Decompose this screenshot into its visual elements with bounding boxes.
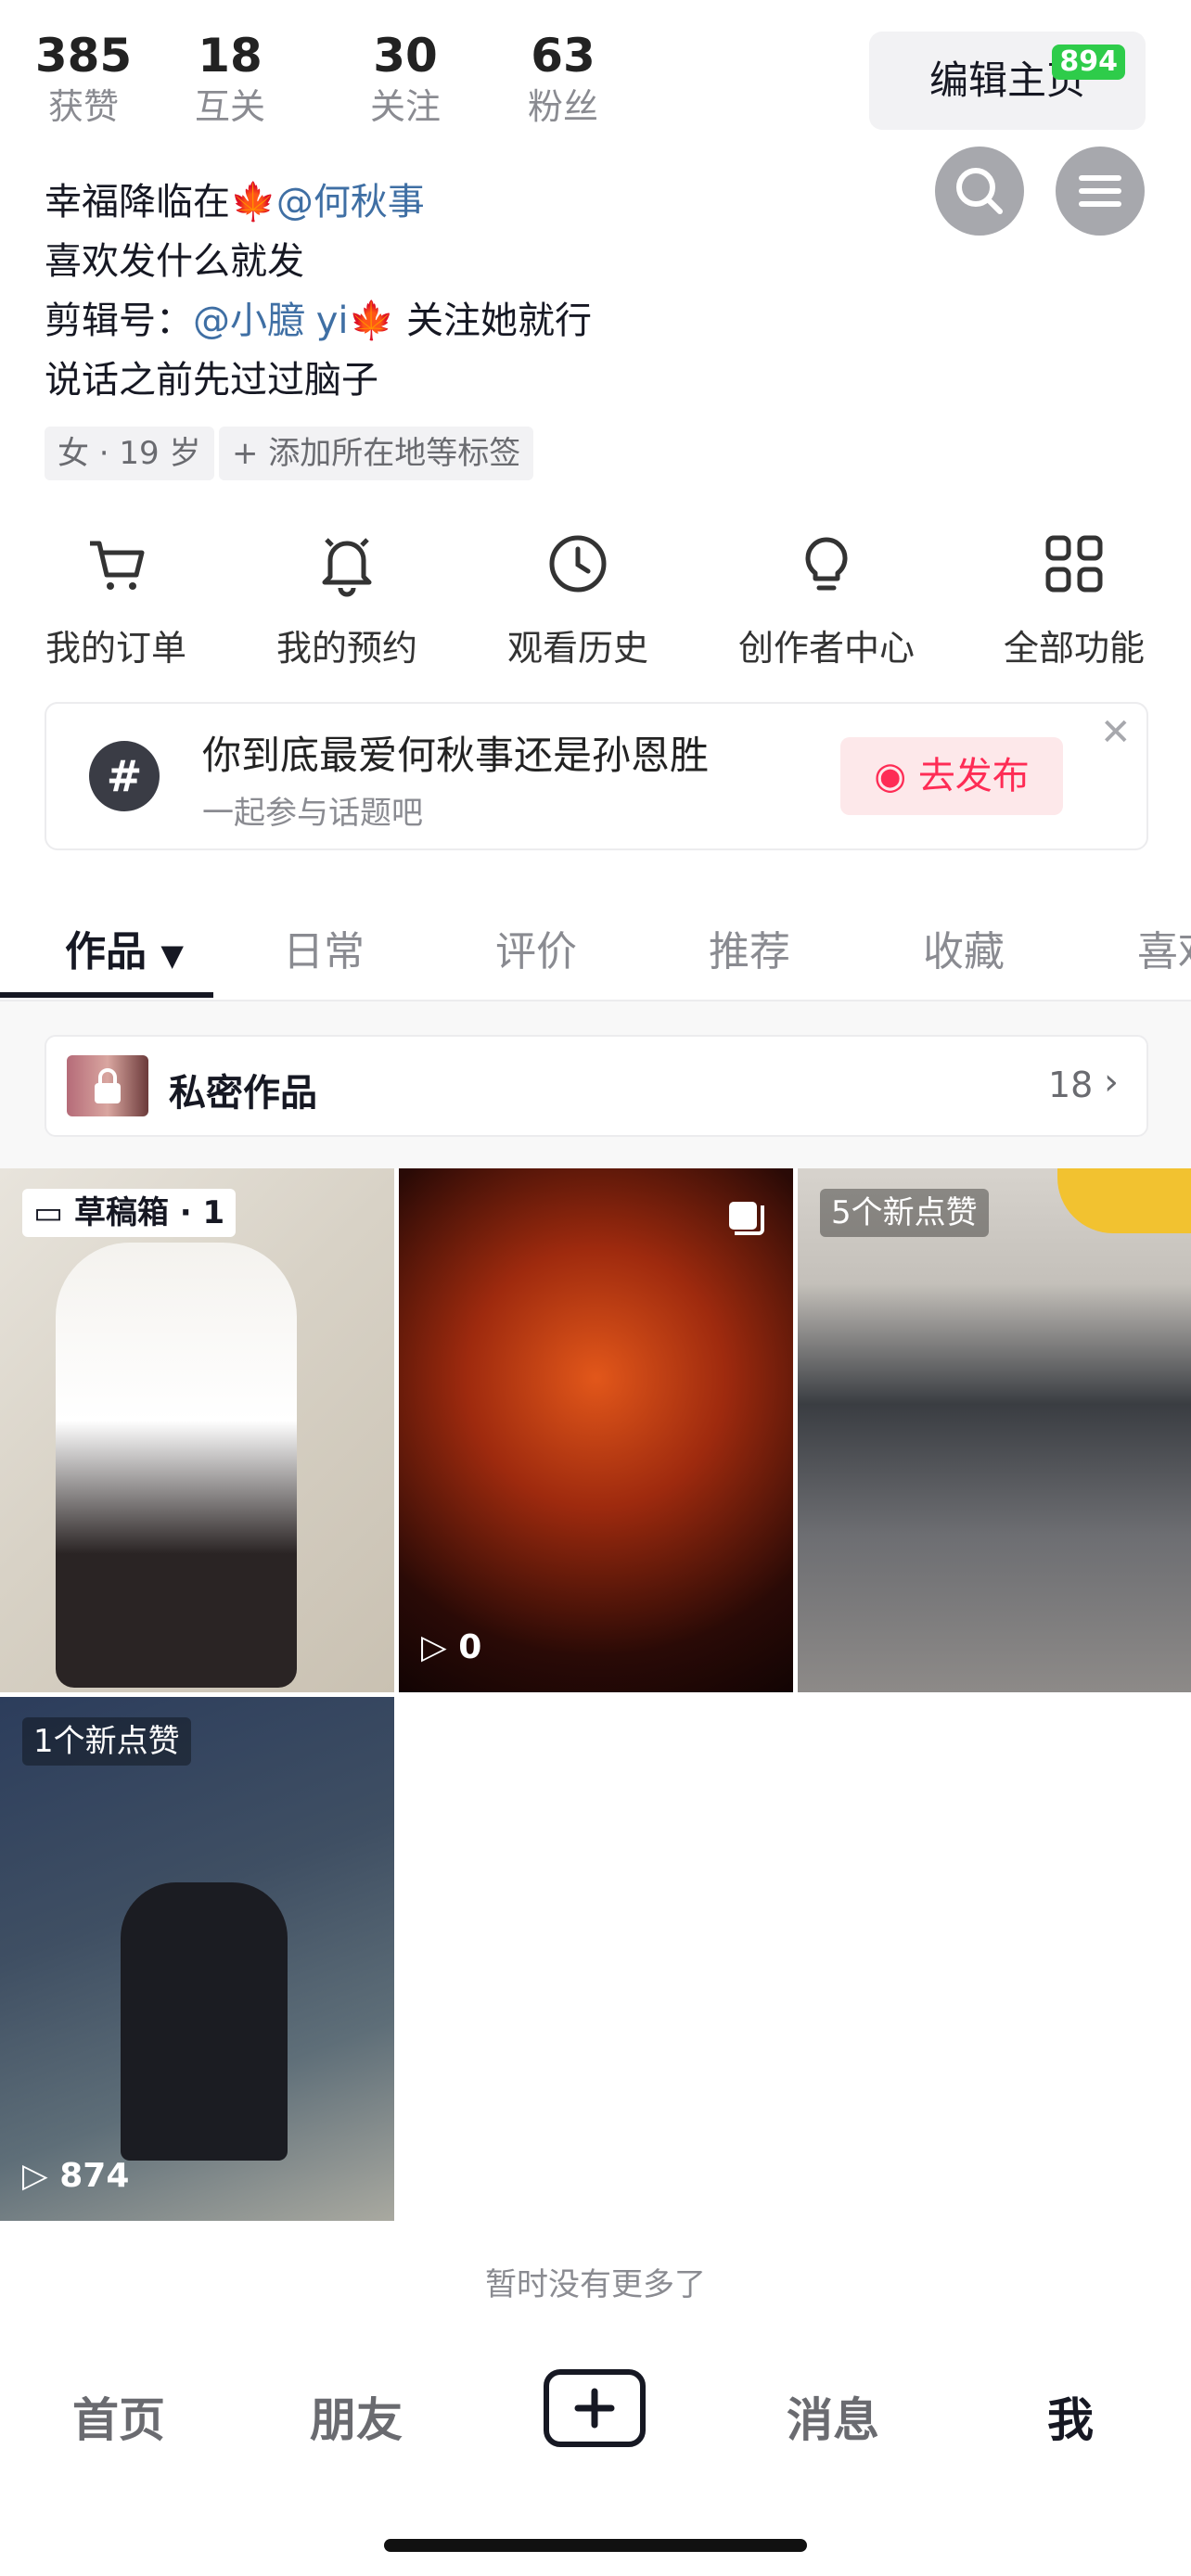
add-tag-label: 添加所在地等标签 <box>268 435 521 472</box>
stat-number: 63 <box>531 29 596 83</box>
stat-following[interactable]: 30 关注 <box>340 28 470 130</box>
bio-line-4: 说话之前先过过脑子 <box>45 359 378 402</box>
gender-age-tag[interactable]: 女 · 19 岁 <box>45 427 214 480</box>
function-label: 全部功能 <box>1003 628 1145 669</box>
stat-likes[interactable]: 385 获赞 <box>19 28 148 130</box>
bio-line-1: 幸福降临在🍁@何秋事 <box>45 174 425 230</box>
video-tile-mall[interactable]: 5个新点赞 <box>798 1168 1191 1692</box>
maple-leaf-icon: 🍁 <box>348 300 395 342</box>
stat-mutual[interactable]: 18 互关 <box>165 28 295 130</box>
drafts-icon: ▭ <box>33 1194 74 1231</box>
home-indicator <box>384 2539 807 2552</box>
edit-profile-button[interactable]: 编辑主页 894 <box>869 32 1146 130</box>
publish-button[interactable]: ◉ 去发布 <box>840 737 1063 815</box>
stat-number: 30 <box>373 29 438 83</box>
function-label: 观看历史 <box>506 628 648 669</box>
nav-me[interactable]: 我 <box>978 2383 1163 2450</box>
tab-label: 作品 <box>65 928 147 976</box>
bulb-icon <box>805 537 848 591</box>
stat-number: 385 <box>34 29 133 83</box>
dropdown-triangle-icon: ▼ <box>160 937 184 973</box>
topic-title: 你到底最爱何秋事还是孙恩胜 <box>202 733 710 778</box>
hashtag-icon: # <box>89 741 160 811</box>
bio-line-2: 喜欢发什么就发 <box>45 240 304 283</box>
lock-icon <box>95 1068 121 1103</box>
tab-works[interactable]: 作品 ▼ <box>65 918 184 977</box>
video-tile-dancer[interactable]: 1个新点赞 ▷ 874 <box>0 1697 394 2221</box>
search-button[interactable] <box>935 147 1024 236</box>
tab-likes[interactable]: 喜欢 <box>1137 918 1191 977</box>
tile-figure <box>56 1243 297 1688</box>
play-count: 0 <box>458 1628 482 1666</box>
stat-followers[interactable]: 63 粉丝 <box>498 28 628 130</box>
function-creator-center[interactable]: 创作者中心 <box>724 529 928 670</box>
multi-image-icon <box>729 1202 764 1235</box>
topic-subtitle: 一起参与话题吧 <box>202 795 423 832</box>
clock-icon <box>549 535 607 593</box>
grid-icon <box>1045 535 1103 593</box>
drafts-label: 草稿箱 · 1 <box>73 1194 225 1231</box>
bio-mention[interactable]: @何秋事 <box>276 181 425 223</box>
new-likes-badge: 5个新点赞 <box>820 1189 989 1237</box>
topic-card[interactable]: # 你到底最爱何秋事还是孙恩胜 一起参与话题吧 ◉ 去发布 ✕ <box>45 702 1148 850</box>
nav-friends[interactable]: 朋友 <box>263 2383 449 2450</box>
camera-icon: ◉ <box>874 755 918 797</box>
create-button[interactable] <box>544 2369 646 2447</box>
play-icon: ▷ <box>22 2157 60 2195</box>
drafts-badge: ▭ 草稿箱 · 1 <box>22 1189 237 1237</box>
play-icon: ▷ <box>421 1628 459 1666</box>
tile-play-count: ▷ 0 <box>421 1628 481 1666</box>
nav-messages[interactable]: 消息 <box>740 2383 926 2450</box>
close-icon[interactable]: ✕ <box>1100 711 1132 754</box>
hamburger-icon <box>1079 175 1121 207</box>
private-works-count: 18 <box>1048 1065 1094 1105</box>
function-label: 我的订单 <box>45 628 186 669</box>
bell-icon <box>322 538 372 597</box>
video-tile-concert[interactable]: ▷ 0 <box>399 1168 793 1692</box>
tab-daily[interactable]: 日常 <box>283 918 365 977</box>
function-all[interactable]: 全部功能 <box>972 529 1176 670</box>
bio-text: 剪辑号： <box>45 300 193 342</box>
function-history[interactable]: 观看历史 <box>476 529 680 670</box>
function-label: 我的预约 <box>275 628 417 669</box>
cart-icon <box>90 541 145 590</box>
tab-reviews[interactable]: 评价 <box>495 918 577 977</box>
private-thumbnail <box>67 1055 148 1116</box>
stat-label: 粉丝 <box>527 86 598 127</box>
play-count: 874 <box>59 2157 130 2195</box>
add-tag-button[interactable]: + 添加所在地等标签 <box>219 427 534 480</box>
tile-play-count: ▷ 874 <box>22 2157 129 2195</box>
function-reservations[interactable]: 我的预约 <box>245 529 449 670</box>
stat-label: 获赞 <box>47 86 119 127</box>
publish-label: 去发布 <box>917 755 1030 797</box>
function-orders[interactable]: 我的订单 <box>14 529 218 670</box>
chevron-right-icon: › <box>1104 1061 1119 1103</box>
nav-home[interactable]: 首页 <box>26 2383 211 2450</box>
tab-label: 喜欢 <box>1137 928 1191 976</box>
function-label: 创作者中心 <box>737 628 915 669</box>
search-icon <box>956 168 1003 214</box>
tab-recommend[interactable]: 推荐 <box>709 918 790 977</box>
no-more-text: 暂时没有更多了 <box>485 2266 706 2303</box>
stat-label: 互关 <box>194 86 265 127</box>
bio-mention[interactable]: @小臆 yi <box>193 300 349 342</box>
tab-favorites[interactable]: 收藏 <box>923 918 1005 977</box>
private-works-label: 私密作品 <box>169 1072 317 1115</box>
private-works-row[interactable]: 私密作品 18 › <box>45 1035 1148 1137</box>
tile-figure <box>121 1882 288 2161</box>
bio-line-3: 剪辑号：@小臆 yi🍁 关注她就行 <box>45 293 592 349</box>
edit-badge: 894 <box>1052 45 1125 80</box>
plus-icon: + <box>232 435 269 472</box>
video-tile-drafts[interactable]: ▭ 草稿箱 · 1 <box>0 1168 394 1692</box>
menu-button[interactable] <box>1056 147 1145 236</box>
bio-text: 关注她就行 <box>406 300 593 342</box>
maple-leaf-icon: 🍁 <box>230 181 276 223</box>
tile-sign <box>1057 1168 1191 1233</box>
new-likes-badge: 1个新点赞 <box>22 1717 191 1766</box>
active-tab-indicator <box>0 992 213 998</box>
plus-icon <box>574 2388 615 2429</box>
stat-label: 关注 <box>369 86 441 127</box>
bio-text: 幸福降临在 <box>45 181 230 223</box>
stat-number: 18 <box>198 29 263 83</box>
